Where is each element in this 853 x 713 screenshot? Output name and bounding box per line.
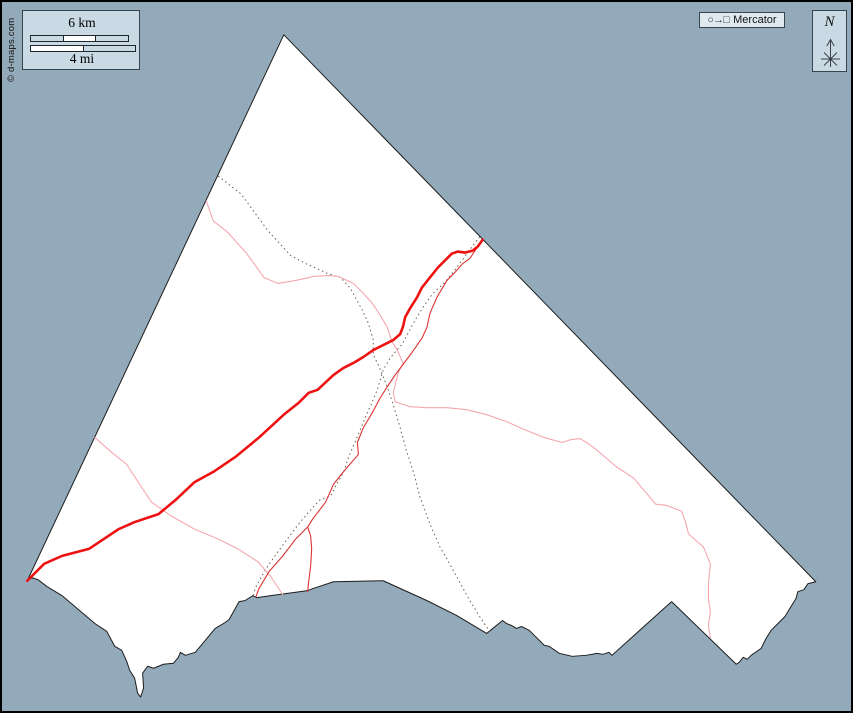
scale-box: 6 km 4 mi — [22, 10, 140, 70]
compass-rose-icon — [813, 33, 848, 71]
county-map — [2, 2, 851, 711]
county-outline — [27, 35, 816, 697]
scale-segment — [95, 36, 128, 41]
copyright-label: © d-maps.com — [6, 18, 17, 82]
projection-label: Mercator — [733, 14, 776, 26]
compass-north-label: N — [813, 14, 846, 31]
scale-km-label: 6 km — [30, 15, 134, 31]
compass-box: N — [812, 10, 847, 72]
scale-mi-label: 4 mi — [30, 51, 134, 67]
scale-segment — [31, 36, 63, 41]
map-canvas: © d-maps.com 6 km 4 mi ○→□ Mercator N — [0, 0, 853, 713]
projection-icon: ○→□ — [707, 14, 729, 26]
scale-bar-km — [30, 35, 129, 42]
projection-box: ○→□ Mercator — [699, 12, 785, 28]
scale-segment — [63, 36, 96, 41]
